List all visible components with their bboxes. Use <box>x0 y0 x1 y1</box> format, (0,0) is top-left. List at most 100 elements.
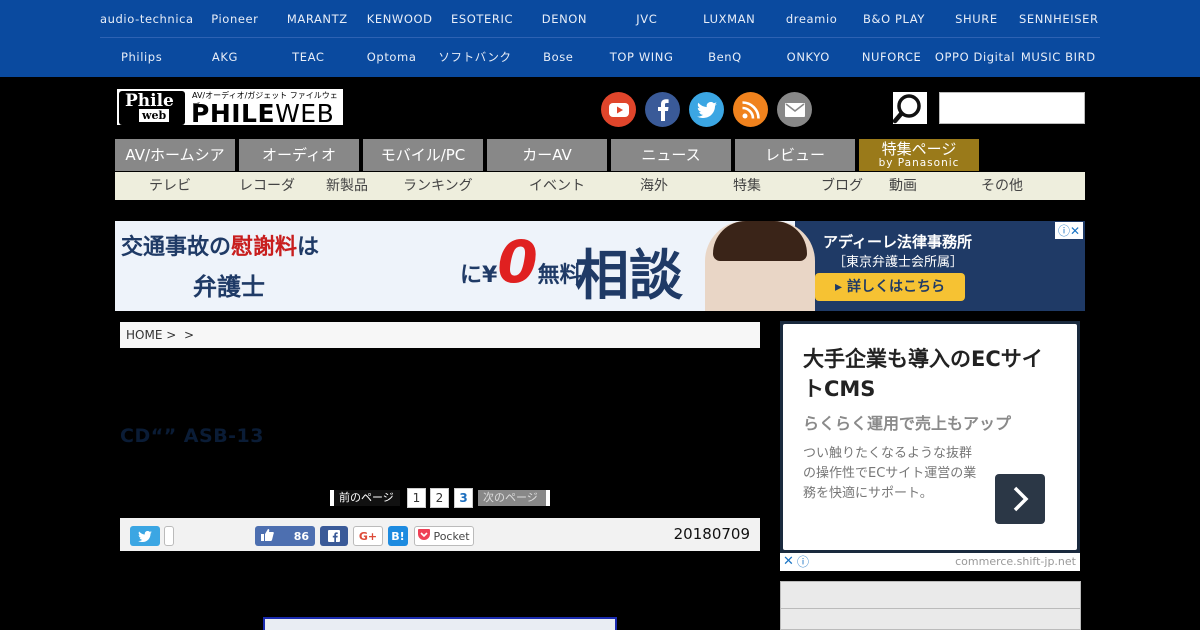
pocket-button[interactable]: Pocket <box>414 526 474 546</box>
brand-link[interactable]: ソフトバンク <box>433 38 516 77</box>
ad-zero-number: 0 <box>497 228 538 296</box>
info-icon[interactable]: ⓘ <box>797 553 809 571</box>
ad-zero-yen: に¥0無料 <box>460 227 582 297</box>
brand-link[interactable]: TEAC <box>267 38 350 77</box>
brand-link[interactable]: Pioneer <box>194 0 276 37</box>
ad-person-hair <box>713 221 807 261</box>
ad-headline-1b: 慰謝料 <box>231 235 298 260</box>
sub-nav: テレビ レコーダ 新製品 ランキング イベント 海外 特集 ブログ 動画 その他 <box>115 172 1085 200</box>
sidebar-ad-domain[interactable]: commerce.shift-jp.net <box>955 555 1076 568</box>
brand-link[interactable]: LUXMAN <box>688 0 770 37</box>
brand-link[interactable]: DENON <box>523 0 605 37</box>
share-bar: 86 G+ B! Pocket 20180709 <box>120 518 760 551</box>
brand-row-1: audio-technica Pioneer MARANTZ KENWOOD E… <box>100 0 1100 38</box>
subnav-item[interactable]: 新製品 <box>326 172 368 200</box>
rss-icon[interactable] <box>733 92 768 127</box>
thumbs-up-icon <box>261 528 274 544</box>
logo-wordmark-bold: PHILE <box>191 99 276 128</box>
twitter-icon[interactable] <box>689 92 724 127</box>
ad-firm-dept: ［東京弁護士会所属］ <box>833 255 964 270</box>
brand-link[interactable]: ESOTERIC <box>441 0 523 37</box>
brand-link[interactable]: dreamio <box>770 0 852 37</box>
brand-bar: audio-technica Pioneer MARANTZ KENWOOD E… <box>0 0 1200 77</box>
subnav-item[interactable]: イベント <box>529 172 585 200</box>
subnav-item[interactable]: ランキング <box>403 172 473 200</box>
google-plus-button[interactable]: G+ <box>353 526 383 546</box>
banner-ad[interactable]: 交通事故の慰謝料は 弁護士 に¥0無料 相談 アディーレ法律事務所 ［東京弁護士… <box>115 221 1085 311</box>
next-page-button[interactable]: 次のページ <box>478 490 550 506</box>
prev-page-button[interactable]: 前のページ <box>330 490 400 506</box>
tab-news[interactable]: ニュース <box>611 139 731 171</box>
subnav-item[interactable]: テレビ <box>149 172 191 200</box>
brand-link[interactable]: BenQ <box>683 38 766 77</box>
sidebar-ad-panel: 大手企業も導入のECサイトCMS らくらく運用で売上もアップ つい触りたくなるよ… <box>783 324 1077 550</box>
ad-cta-button[interactable]: ▸ 詳しくはこちら <box>815 273 965 301</box>
brand-link[interactable]: KENWOOD <box>358 0 440 37</box>
adchoices-icon[interactable]: ⓘ✕ <box>1054 222 1083 239</box>
tab-special[interactable]: 特集ページ by Panasonic <box>859 139 979 171</box>
brand-link[interactable]: audio-technica <box>100 0 194 37</box>
sidebar-ad-body: つい触りたくなるような抜群の操作性でECサイト運営の業務を快適にサポート。 <box>803 446 977 501</box>
page-link[interactable]: 1 <box>407 488 426 508</box>
logo-phile-text: Phile <box>125 91 174 111</box>
sidebar-ad-footer: ✕ ⓘ commerce.shift-jp.net <box>780 553 1080 571</box>
brand-link[interactable]: Philips <box>100 38 183 77</box>
tab-car-av[interactable]: カーAV <box>487 139 607 171</box>
chevron-right-icon[interactable] <box>995 474 1045 524</box>
brand-link[interactable]: NUFORCE <box>850 38 933 77</box>
subnav-item[interactable]: 動画 <box>889 172 917 200</box>
breadcrumb-separator: > <box>166 328 177 342</box>
search-input[interactable] <box>939 92 1085 124</box>
ad-consult-text: 相談 <box>575 244 683 307</box>
brand-link[interactable]: Bose <box>517 38 600 77</box>
subnav-item[interactable]: 特集 <box>733 172 761 200</box>
tweet-count <box>164 526 174 546</box>
article-title: CD“” ASB-13 <box>120 425 265 447</box>
ad-headline-1a: 交通事故の <box>121 235 232 260</box>
subnav-item[interactable]: ブログ <box>821 172 863 200</box>
brand-link[interactable]: SENNHEISER <box>1018 0 1100 37</box>
like-button[interactable]: 86 <box>255 526 315 546</box>
subnav-item[interactable]: その他 <box>981 172 1023 200</box>
brand-link[interactable]: B&O PLAY <box>853 0 935 37</box>
sidebar-box-divider <box>781 608 1081 609</box>
brand-link[interactable]: ONKYO <box>767 38 850 77</box>
search-icon[interactable] <box>892 92 927 124</box>
ad-headline-2: 弁護士 <box>193 273 265 301</box>
youtube-icon[interactable] <box>601 92 636 127</box>
tab-special-sponsor: by Panasonic <box>878 157 960 169</box>
facebook-icon[interactable] <box>645 92 680 127</box>
brand-link[interactable]: Optoma <box>350 38 433 77</box>
mail-icon[interactable] <box>777 92 812 127</box>
brand-link[interactable]: TOP WING <box>600 38 683 77</box>
facebook-share-icon[interactable] <box>320 526 348 546</box>
brand-link[interactable]: SHURE <box>935 0 1017 37</box>
brand-link[interactable]: MUSIC BIRD <box>1017 38 1100 77</box>
breadcrumb-home[interactable]: HOME <box>126 328 162 342</box>
tab-audio[interactable]: オーディオ <box>239 139 359 171</box>
page-link-current[interactable]: 3 <box>454 488 473 508</box>
brand-link[interactable]: AKG <box>183 38 266 77</box>
brand-link[interactable]: OPPO Digital <box>933 38 1016 77</box>
page-link[interactable]: 2 <box>430 488 449 508</box>
logo-wordmark-thin: WEB <box>275 99 335 128</box>
logo-badge: Phile web <box>119 91 185 125</box>
close-icon[interactable]: ✕ <box>783 553 794 571</box>
hatena-bookmark-button[interactable]: B! <box>388 526 408 546</box>
site-logo[interactable]: Phile web AV/オーディオ/ガジェット ファイルウェブ PHILEWE… <box>115 87 345 128</box>
tweet-button[interactable] <box>130 526 160 546</box>
tab-av[interactable]: AV/ホームシア <box>115 139 235 171</box>
tab-review[interactable]: レビュー <box>735 139 855 171</box>
subnav-item[interactable]: 海外 <box>640 172 668 200</box>
pocket-icon <box>418 529 431 543</box>
sidebar-ad[interactable]: 大手企業も導入のECサイトCMS らくらく運用で売上もアップ つい触りたくなるよ… <box>780 321 1080 571</box>
article-date: 20180709 <box>673 525 750 543</box>
subnav-item[interactable]: レコーダ <box>239 172 295 200</box>
like-count: 86 <box>293 529 309 543</box>
ad-firm-name: アディーレ法律事務所 <box>823 233 972 251</box>
article-image <box>263 617 617 630</box>
tab-mobile-pc[interactable]: モバイル/PC <box>363 139 483 171</box>
logo-web-text: web <box>139 109 170 122</box>
brand-link[interactable]: JVC <box>606 0 688 37</box>
brand-link[interactable]: MARANTZ <box>276 0 358 37</box>
